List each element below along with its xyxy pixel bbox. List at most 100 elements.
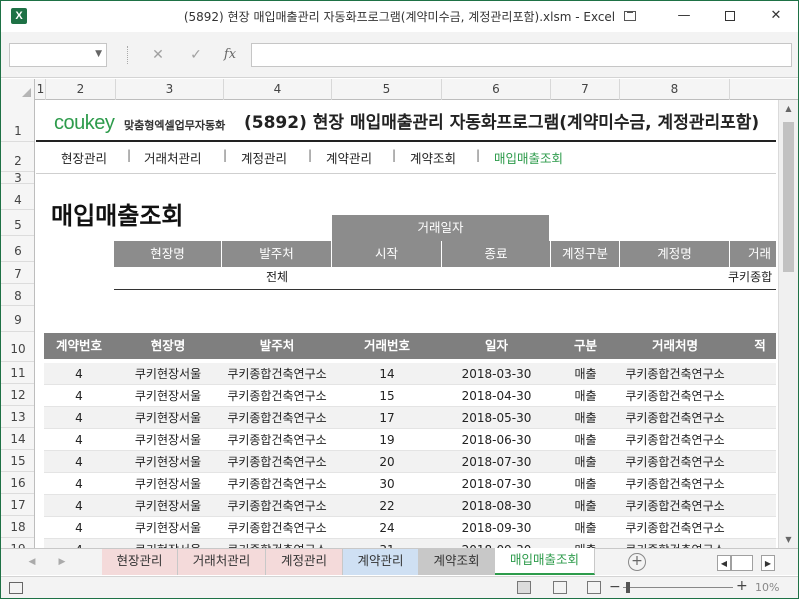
filter-client-input[interactable]: 전체 — [222, 267, 332, 287]
table-cell[interactable]: 쿠키종합건축연구소 — [222, 451, 332, 473]
page-break-view-icon[interactable] — [587, 581, 601, 594]
table-cell[interactable]: 쿠키현장서울 — [114, 451, 222, 473]
table-cell[interactable]: 22 — [332, 495, 442, 517]
table-row[interactable]: 4 쿠키현장서울 쿠키종합건축연구소 19 2018-06-30 매출 쿠키종합… — [44, 429, 776, 451]
select-all-corner[interactable] — [1, 79, 35, 100]
insert-function-button[interactable]: fx — [219, 45, 241, 65]
table-row[interactable]: 4 쿠키현장서울 쿠키종합건축연구소 22 2018-08-30 매출 쿠키종합… — [44, 495, 776, 517]
sheet-tab-purchase-sales[interactable]: 매입매출조회 — [495, 548, 595, 575]
table-cell[interactable]: 쿠키종합건축연구소 — [222, 363, 332, 385]
page-layout-view-icon[interactable] — [553, 581, 567, 594]
row-header[interactable]: 19 — [1, 538, 34, 548]
column-header[interactable]: 1 — [36, 79, 46, 100]
column-header[interactable]: 6 — [442, 79, 551, 100]
table-cell[interactable]: 쿠키종합건축연구소 — [620, 451, 730, 473]
table-cell[interactable]: 매출 — [551, 429, 620, 451]
row-header[interactable]: 3 — [1, 172, 34, 184]
table-cell[interactable]: 쿠키종합건축연구소 — [620, 429, 730, 451]
vertical-scrollbar[interactable]: ▲ ▼ — [778, 100, 798, 548]
table-cell[interactable]: 4 — [44, 517, 114, 539]
table-cell[interactable]: 4 — [44, 385, 114, 407]
table-cell[interactable]: 쿠키현장서울 — [114, 473, 222, 495]
table-cell[interactable]: 31 — [332, 539, 442, 548]
table-cell[interactable]: 4 — [44, 363, 114, 385]
row-header[interactable]: 7 — [1, 262, 34, 284]
menu-account-management[interactable]: 계정관리 — [241, 148, 287, 167]
table-cell[interactable]: 쿠키현장서울 — [114, 363, 222, 385]
table-cell[interactable]: 2018-08-30 — [442, 495, 551, 517]
table-cell[interactable]: 매출 — [551, 495, 620, 517]
formula-bar-grip[interactable] — [127, 46, 129, 64]
table-cell[interactable]: 쿠키현장서울 — [114, 495, 222, 517]
cancel-button[interactable]: ✕ — [147, 45, 169, 65]
row-header[interactable]: 10 — [1, 332, 34, 362]
chevron-down-icon[interactable]: ▼ — [95, 49, 102, 59]
table-cell[interactable]: 쿠키현장서울 — [114, 517, 222, 539]
scroll-left-icon[interactable]: ◀ — [717, 555, 731, 571]
table-cell[interactable]: 쿠키종합건축연구소 — [222, 407, 332, 429]
row-header[interactable]: 1 — [1, 100, 34, 142]
table-row[interactable]: 4 쿠키현장서울 쿠키종합건축연구소 15 2018-04-30 매출 쿠키종합… — [44, 385, 776, 407]
table-cell[interactable]: 매출 — [551, 363, 620, 385]
table-cell[interactable]: 14 — [332, 363, 442, 385]
horizontal-scroll-thumb[interactable] — [731, 555, 753, 571]
zoom-slider-thumb[interactable] — [626, 582, 630, 593]
zoom-level[interactable]: 10% — [755, 581, 779, 594]
menu-purchase-sales-inquiry[interactable]: 매입매출조회 — [494, 148, 563, 167]
table-cell[interactable]: 17 — [332, 407, 442, 429]
add-sheet-button[interactable]: + — [628, 553, 646, 571]
table-cell[interactable]: 30 — [332, 473, 442, 495]
name-box[interactable]: ▼ — [9, 43, 107, 67]
table-cell[interactable]: 2018-04-30 — [442, 385, 551, 407]
zoom-in-button[interactable]: + — [736, 578, 748, 594]
column-header[interactable]: 8 — [620, 79, 730, 100]
row-header[interactable]: 2 — [1, 142, 34, 172]
menu-site-management[interactable]: 현장관리 — [61, 148, 107, 167]
column-header[interactable]: 2 — [46, 79, 116, 100]
table-row[interactable]: 4 쿠키현장서울 쿠키종합건축연구소 17 2018-05-30 매출 쿠키종합… — [44, 407, 776, 429]
row-header[interactable]: 6 — [1, 236, 34, 262]
table-cell[interactable]: 쿠키종합건축연구소 — [222, 539, 332, 548]
table-cell[interactable]: 쿠키종합건축연구소 — [222, 473, 332, 495]
table-row[interactable]: 4 쿠키현장서울 쿠키종합건축연구소 24 2018-09-30 매출 쿠키종합… — [44, 517, 776, 539]
table-cell[interactable]: 2018-07-30 — [442, 473, 551, 495]
table-cell[interactable]: 20 — [332, 451, 442, 473]
row-header[interactable]: 17 — [1, 494, 34, 516]
table-cell[interactable]: 쿠키현장서울 — [114, 385, 222, 407]
row-header[interactable]: 15 — [1, 450, 34, 472]
table-cell[interactable]: 쿠키현장서울 — [114, 429, 222, 451]
table-cell[interactable]: 매출 — [551, 407, 620, 429]
table-cell[interactable]: 쿠키종합건축연구소 — [620, 495, 730, 517]
vertical-scroll-thumb[interactable] — [783, 122, 794, 272]
table-cell[interactable]: 2018-06-30 — [442, 429, 551, 451]
table-cell[interactable]: 쿠키현장서울 — [114, 407, 222, 429]
table-cell[interactable]: 쿠키현장서울 — [114, 539, 222, 548]
macro-record-icon[interactable] — [9, 582, 23, 594]
row-header[interactable]: 14 — [1, 428, 34, 450]
table-cell[interactable]: 쿠키종합건축연구소 — [620, 407, 730, 429]
menu-contract-inquiry[interactable]: 계약조회 — [410, 148, 456, 167]
filter-vendor-input[interactable]: 쿠키종합 — [720, 267, 776, 287]
table-cell[interactable]: 쿠키종합건축연구소 — [620, 517, 730, 539]
zoom-slider-track[interactable] — [623, 587, 733, 588]
table-cell[interactable]: 매출 — [551, 517, 620, 539]
table-cell[interactable]: 쿠키종합건축연구소 — [222, 495, 332, 517]
table-cell[interactable]: 4 — [44, 495, 114, 517]
column-header[interactable]: 7 — [551, 79, 620, 100]
table-row[interactable]: 4 쿠키현장서울 쿠키종합건축연구소 14 2018-03-30 매출 쿠키종합… — [44, 363, 776, 385]
sheet-tab-contract[interactable]: 계약관리 — [343, 549, 419, 575]
table-cell[interactable]: 2018-03-30 — [442, 363, 551, 385]
scroll-down-icon[interactable]: ▼ — [779, 531, 798, 548]
ribbon-display-button[interactable] — [607, 1, 653, 32]
table-cell[interactable]: 4 — [44, 539, 114, 548]
table-cell[interactable]: 2018-07-30 — [442, 451, 551, 473]
table-cell[interactable]: 2018-09-30 — [442, 539, 551, 548]
column-header[interactable]: 5 — [332, 79, 442, 100]
row-header[interactable]: 8 — [1, 284, 34, 306]
minimize-button[interactable]: — — [661, 1, 707, 32]
table-cell[interactable]: 쿠키종합건축연구소 — [222, 517, 332, 539]
table-cell[interactable]: 4 — [44, 473, 114, 495]
sheet-tab-site[interactable]: 현장관리 — [102, 549, 178, 575]
scroll-up-icon[interactable]: ▲ — [779, 100, 798, 117]
tab-scroll-left-icon[interactable]: ◀ — [23, 554, 41, 570]
